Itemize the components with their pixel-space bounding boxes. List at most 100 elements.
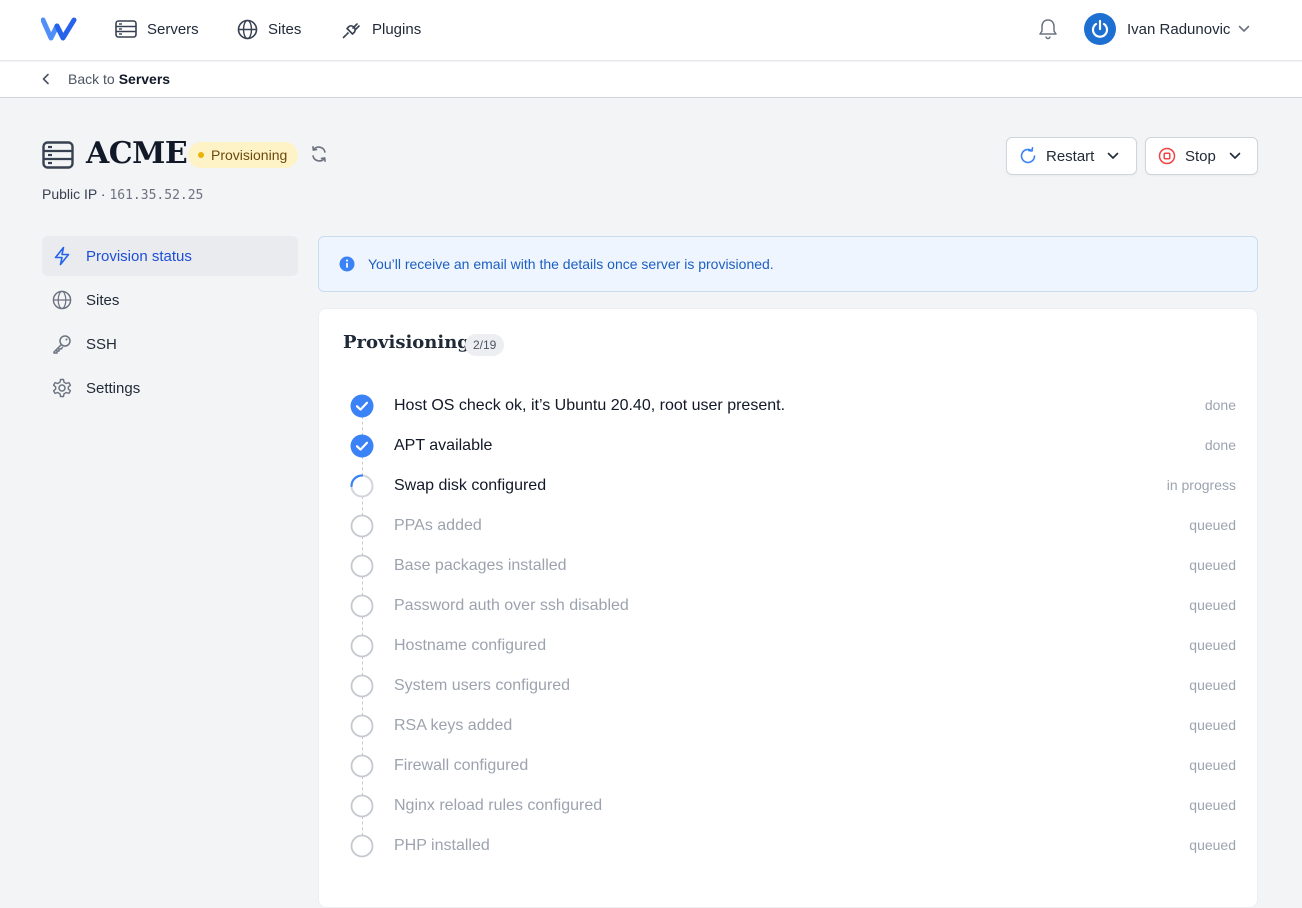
step-count-badge: 2/19: [465, 334, 505, 356]
chevron-left-icon: [42, 73, 50, 85]
check-circle-icon: [350, 434, 374, 458]
public-ip-label: Public IP: [42, 186, 97, 202]
restart-label: Restart: [1046, 147, 1095, 165]
step-label: System users configured: [394, 677, 571, 694]
top-navbar: Servers Sites Plugins Ivan Radunovic: [0, 0, 1302, 61]
info-alert: You’ll receive an email with the details…: [318, 236, 1258, 292]
restart-button[interactable]: Restart: [1006, 137, 1137, 175]
provision-step: Base packages installed queued: [319, 546, 1259, 596]
w-logo-icon[interactable]: [41, 17, 79, 41]
provision-step: Nginx reload rules configured queued: [319, 786, 1259, 836]
sidebar-item-label: Sites: [86, 291, 120, 309]
nav-sites[interactable]: Sites: [237, 18, 301, 40]
provision-steps-list: Host OS check ok, it’s Ubuntu 20.40, roo…: [319, 386, 1259, 866]
public-ip: Public IP · 161.35.52.25: [42, 186, 203, 203]
card-title: Provisioning: [343, 332, 470, 353]
provision-step: Firewall configured queued: [319, 746, 1259, 796]
sidebar-item-ssh[interactable]: SSH: [42, 324, 298, 364]
power-icon: [1090, 19, 1110, 39]
step-state: queued: [1189, 717, 1236, 733]
provision-step: Host OS check ok, it’s Ubuntu 20.40, roo…: [319, 386, 1259, 436]
breadcrumb-prefix: Back to: [68, 71, 115, 87]
globe-icon: [237, 19, 258, 40]
check-circle-icon: [350, 394, 374, 418]
chevron-down-icon: [1238, 25, 1250, 33]
sidebar-item-settings[interactable]: Settings: [42, 368, 298, 408]
bolt-icon: [52, 246, 72, 266]
nav-plugins-label: Plugins: [372, 20, 422, 38]
status-badge: Provisioning: [188, 142, 299, 168]
nav-plugins[interactable]: Plugins: [342, 18, 421, 40]
step-state: queued: [1189, 837, 1236, 853]
step-state: queued: [1189, 757, 1236, 773]
provisioning-card: Provisioning 2/19 Host OS check ok, it’s…: [318, 308, 1258, 908]
provision-step: System users configured queued: [319, 666, 1259, 716]
gear-icon: [52, 378, 72, 398]
sidebar-item-provision-status[interactable]: Provision status: [42, 236, 298, 276]
step-state: done: [1204, 437, 1236, 453]
spinner-icon: [350, 474, 374, 498]
step-state: queued: [1189, 797, 1236, 813]
step-label: Hostname configured: [394, 637, 547, 654]
plug-icon: [342, 19, 362, 39]
sidebar-item-label: Provision status: [86, 247, 192, 265]
step-state: queued: [1189, 677, 1236, 693]
refresh-icon[interactable]: [310, 145, 328, 163]
provision-step: Password auth over ssh disabled queued: [319, 586, 1259, 636]
breadcrumb-target: Servers: [118, 71, 171, 87]
public-ip-value: 161.35.52.25: [109, 188, 204, 203]
provision-step: PHP installed queued: [319, 826, 1259, 866]
step-label: Nginx reload rules configured: [394, 797, 603, 814]
chevron-down-icon: [1229, 152, 1241, 160]
empty-circle-icon: [350, 554, 374, 578]
step-state: queued: [1189, 557, 1236, 573]
provision-step: PPAs added queued: [319, 506, 1259, 556]
chevron-down-icon: [1107, 152, 1119, 160]
provision-step: Hostname configured queued: [319, 626, 1259, 676]
nav-servers-label: Servers: [147, 20, 199, 38]
stop-button[interactable]: Stop: [1145, 137, 1258, 175]
back-to-servers-link[interactable]: Back to Servers: [42, 71, 170, 87]
user-menu[interactable]: Ivan Radunovic: [1084, 13, 1250, 45]
step-state: in progress: [1166, 477, 1236, 493]
info-alert-text: You’ll receive an email with the details…: [368, 256, 774, 272]
empty-circle-icon: [350, 714, 374, 738]
step-label: RSA keys added: [394, 717, 513, 734]
globe-icon: [52, 290, 72, 310]
step-label: APT available: [394, 437, 493, 454]
stop-icon: [1158, 147, 1176, 165]
breadcrumb-bar: Back to Servers: [0, 62, 1302, 98]
status-badge-label: Provisioning: [211, 147, 288, 163]
step-state: done: [1204, 397, 1236, 413]
step-label: PHP installed: [394, 837, 490, 854]
sidebar-item-label: Settings: [86, 379, 141, 397]
step-label: Password auth over ssh disabled: [394, 597, 629, 614]
step-label: Swap disk configured: [394, 477, 547, 494]
status-dot: [198, 152, 204, 158]
user-name: Ivan Radunovic: [1127, 20, 1231, 38]
empty-circle-icon: [350, 794, 374, 818]
empty-circle-icon: [350, 634, 374, 658]
avatar: [1084, 13, 1116, 45]
provision-step: RSA keys added queued: [319, 706, 1259, 756]
notifications-bell-icon[interactable]: [1038, 18, 1058, 40]
provision-step: Swap disk configured in progress: [319, 466, 1259, 516]
public-ip-separator: ·: [100, 186, 106, 202]
server-icon: [115, 20, 137, 38]
empty-circle-icon: [350, 834, 374, 858]
nav-servers[interactable]: Servers: [115, 18, 199, 40]
sidebar-item-sites[interactable]: Sites: [42, 280, 298, 320]
stop-label: Stop: [1185, 147, 1216, 165]
empty-circle-icon: [350, 754, 374, 778]
step-label: Firewall configured: [394, 757, 529, 774]
step-state: queued: [1189, 517, 1236, 533]
restart-icon: [1019, 147, 1037, 165]
info-icon: [339, 256, 355, 272]
step-state: queued: [1189, 637, 1236, 653]
provision-step: APT available done: [319, 426, 1259, 476]
step-label: Host OS check ok, it’s Ubuntu 20.40, roo…: [394, 397, 786, 414]
key-icon: [52, 334, 72, 354]
empty-circle-icon: [350, 674, 374, 698]
step-label: Base packages installed: [394, 557, 567, 574]
sidebar-item-label: SSH: [86, 335, 117, 353]
